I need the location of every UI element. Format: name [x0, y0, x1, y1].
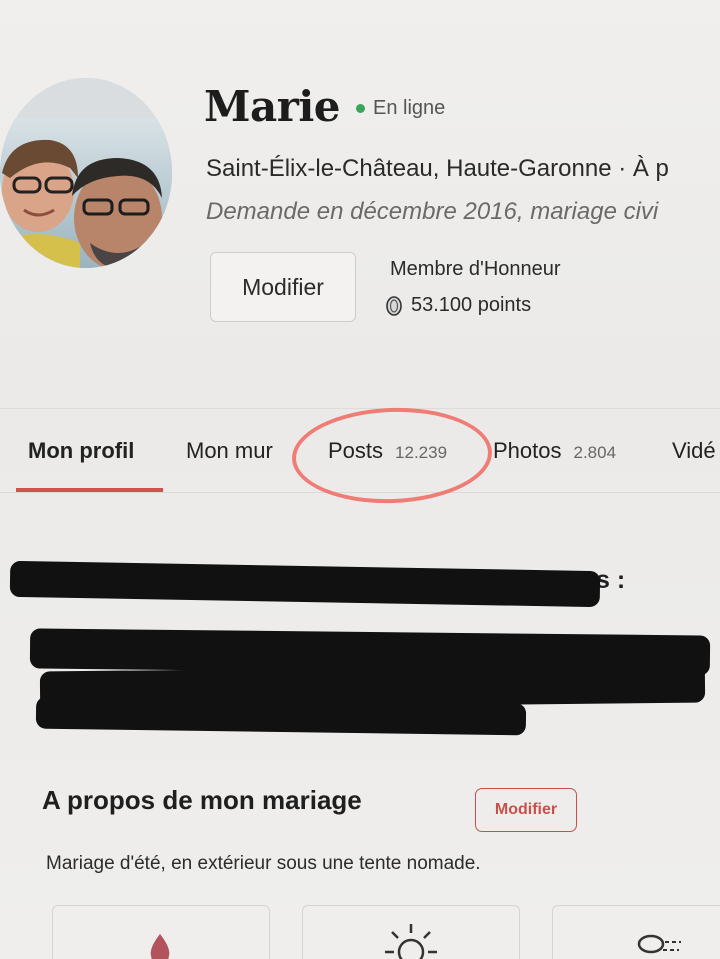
points-badge: 53.100 points: [385, 294, 531, 317]
tab-mon-profil[interactable]: Mon profil: [28, 438, 134, 464]
tab-mon-mur[interactable]: Mon mur: [186, 438, 273, 464]
tab-photos[interactable]: Photos 2.804: [493, 438, 616, 464]
online-dot-icon: [356, 104, 365, 113]
points-label: 53.100 points: [411, 294, 532, 316]
wedding-description: Mariage d'été, en extérieur sous une ten…: [46, 853, 481, 874]
profile-name: Marie: [204, 82, 341, 131]
coin-icon: [386, 295, 402, 316]
wedding-card[interactable]: [552, 905, 720, 959]
edit-wedding-button[interactable]: Modifier: [475, 788, 577, 832]
tab-label: Mon mur: [186, 438, 273, 463]
profile-engagement: Demande en décembre 2016, mariage civi: [206, 198, 659, 225]
profile-page: Marie En ligne Saint-Élix-le-Château, Ha…: [0, 0, 720, 959]
wedding-card[interactable]: [302, 905, 520, 959]
drop-icon: [150, 934, 170, 959]
tab-videos[interactable]: Vidé: [672, 438, 716, 464]
sun-icon: [385, 924, 437, 959]
online-status: En ligne: [356, 97, 445, 120]
tabs-top-divider: [0, 408, 720, 409]
online-status-label: En ligne: [373, 97, 446, 119]
cloud-icon: [637, 934, 681, 954]
tab-label: Vidé: [672, 438, 716, 463]
profile-location: Saint-Élix-le-Château, Haute-Garonne · À…: [206, 155, 669, 182]
wedding-card[interactable]: [52, 905, 270, 959]
member-rank: Membre d'Honneur: [390, 258, 561, 280]
member-heading-tail: s :: [596, 566, 626, 594]
tab-label: Photos: [493, 438, 562, 463]
edit-profile-button[interactable]: Modifier: [210, 252, 356, 322]
avatar: [0, 78, 172, 268]
tab-count: 2.804: [573, 443, 617, 462]
about-wedding-title: A propos de mon mariage: [42, 785, 362, 815]
redaction-scribble: [35, 696, 527, 736]
tab-label: Mon profil: [28, 438, 135, 463]
